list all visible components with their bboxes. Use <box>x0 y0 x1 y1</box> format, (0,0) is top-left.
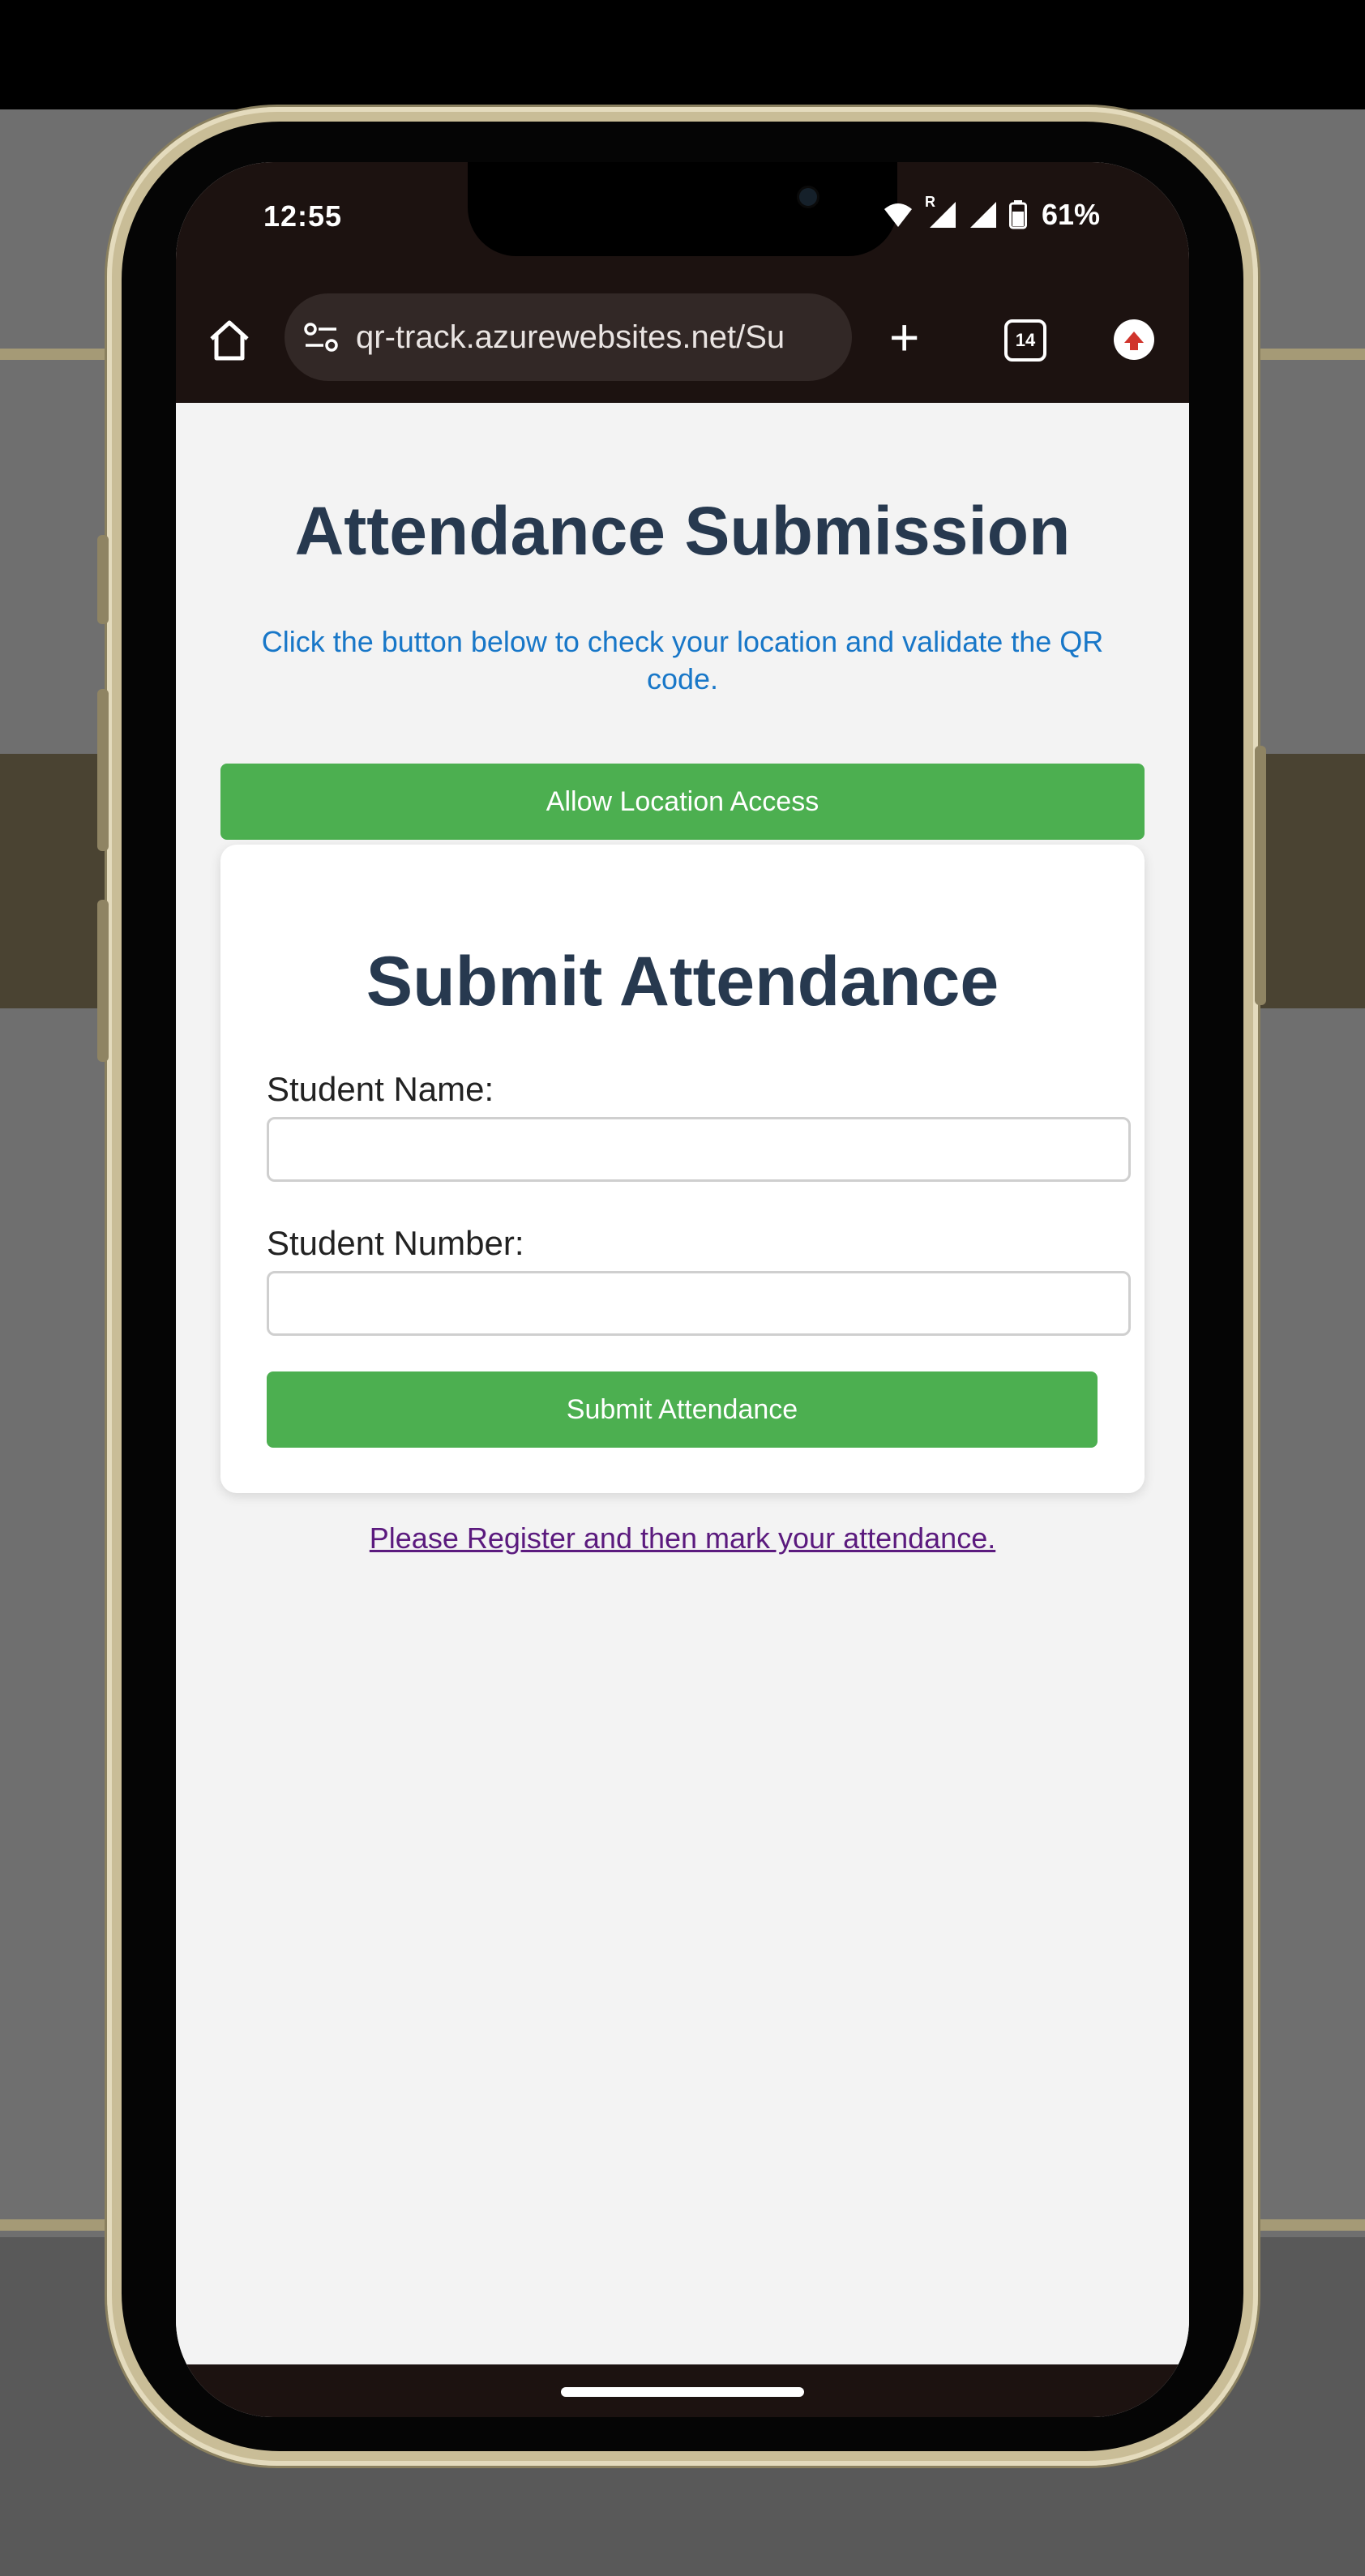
attendance-form-card: Submit Attendance Student Name: Student … <box>220 845 1145 1493</box>
home-indicator[interactable] <box>561 2387 804 2397</box>
phone-screen: 12:55 R 61% qr-track.azurewebsites.net/S… <box>176 162 1189 2417</box>
browser-toolbar: qr-track.azurewebsites.net/Su + 14 <box>176 276 1189 403</box>
new-tab-icon[interactable]: + <box>889 311 919 363</box>
site-settings-icon[interactable] <box>302 319 340 356</box>
signal-roaming-icon: R <box>925 194 957 229</box>
tabs-icon[interactable]: 14 <box>1004 319 1046 362</box>
camera-notch <box>468 162 897 256</box>
home-icon[interactable] <box>207 318 252 363</box>
web-page: Attendance Submission Click the button b… <box>176 403 1189 2364</box>
roaming-label: R <box>924 194 935 210</box>
front-camera <box>799 188 817 206</box>
form-title: Submit Attendance <box>366 943 999 1021</box>
tab-count: 14 <box>1015 330 1036 350</box>
submit-attendance-button[interactable]: Submit Attendance <box>267 1371 1098 1448</box>
gesture-nav-bar <box>176 2364 1189 2417</box>
status-time: 12:55 <box>263 199 343 233</box>
volume-down-button <box>97 900 109 1062</box>
page-description: Click the button below to check your loc… <box>261 625 1104 695</box>
volume-up-button <box>97 689 109 851</box>
mute-switch <box>97 535 109 624</box>
power-button <box>1255 746 1266 1005</box>
student-name-input[interactable] <box>267 1117 1131 1182</box>
page-title: Attendance Submission <box>294 493 1071 569</box>
signal-icon <box>969 202 996 228</box>
wifi-icon <box>884 203 912 227</box>
student-number-label: Student Number: <box>267 1224 524 1262</box>
url-text: qr-track.azurewebsites.net/Su <box>356 319 785 355</box>
status-bar: 12:55 R 61% <box>176 162 1189 276</box>
student-name-label: Student Name: <box>267 1070 494 1108</box>
status-icons: R 61% <box>883 194 1100 232</box>
menu-update-icon[interactable] <box>1114 319 1154 360</box>
student-number-input[interactable] <box>267 1271 1131 1336</box>
battery-icon <box>1008 200 1027 229</box>
address-bar[interactable]: qr-track.azurewebsites.net/Su <box>285 293 852 381</box>
backdrop-top <box>0 0 1365 109</box>
register-link[interactable]: Please Register and then mark your atten… <box>176 1521 1189 1555</box>
allow-location-button[interactable]: Allow Location Access <box>220 764 1145 840</box>
battery-percent: 61% <box>1041 198 1100 231</box>
